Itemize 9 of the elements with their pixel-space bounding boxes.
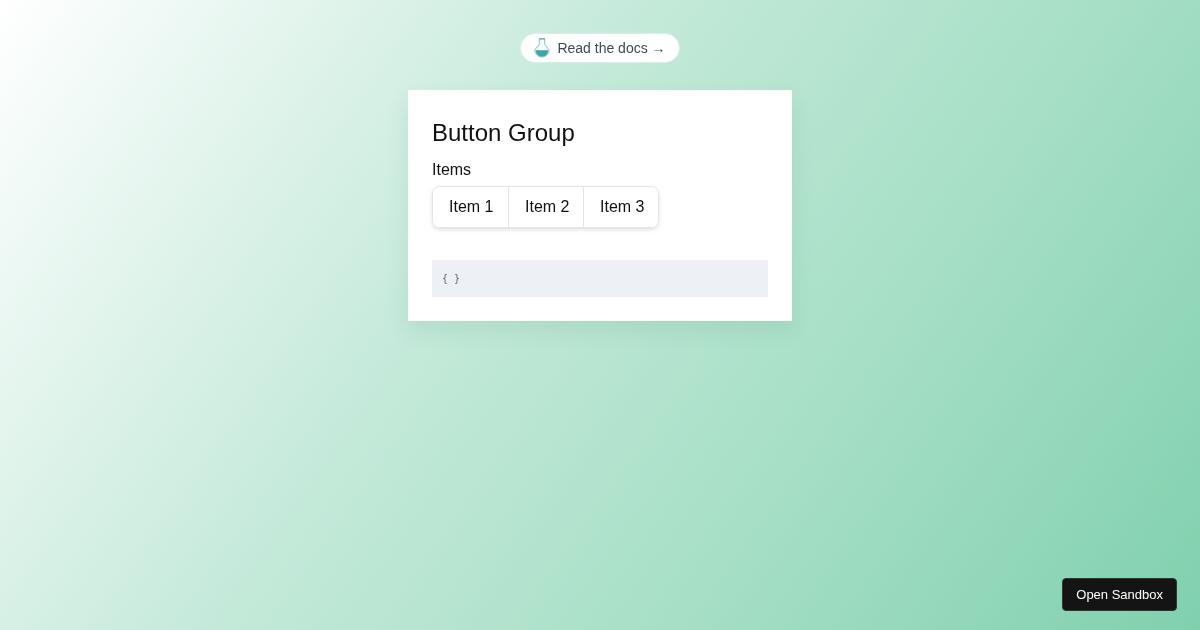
open-sandbox-button[interactable]: Open Sandbox xyxy=(1062,578,1177,611)
code-output: { } xyxy=(432,260,768,297)
docs-link[interactable]: Read the docs → xyxy=(520,33,680,63)
group-button[interactable]: Item 1 xyxy=(433,187,508,227)
group-button[interactable]: Item 3 xyxy=(583,187,658,227)
field-label: Items xyxy=(432,160,472,180)
flask-icon xyxy=(533,37,552,59)
card-title: Button Group xyxy=(432,118,575,148)
group-button[interactable]: Item 2 xyxy=(508,187,583,227)
